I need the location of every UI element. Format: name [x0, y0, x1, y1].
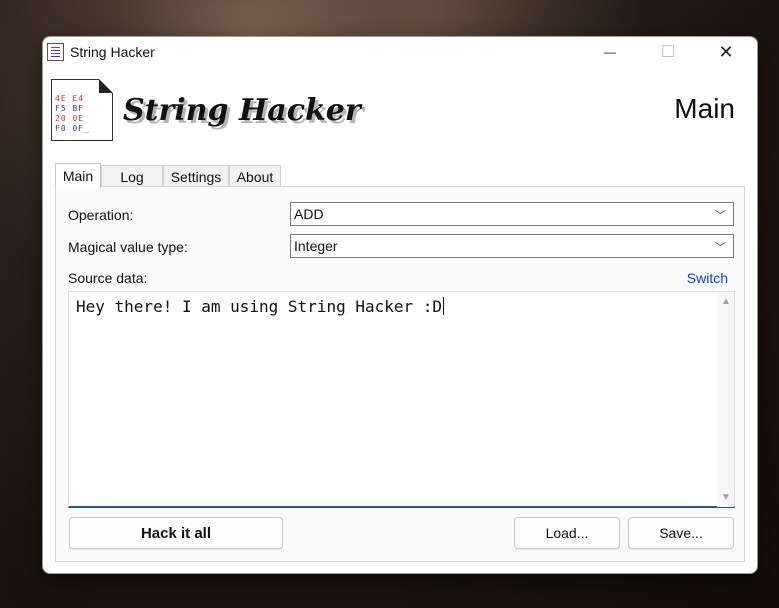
- operation-value: ADD: [294, 206, 324, 222]
- source-data-label: Source data:: [68, 270, 148, 286]
- minimize-icon: —: [604, 45, 616, 59]
- value-type-value: Integer: [294, 238, 338, 254]
- chevron-down-icon: ﹀: [715, 242, 726, 254]
- main-tab-panel: Operation: ADD ﹀ Magical value type: Int…: [55, 186, 745, 562]
- logo-hex-line: 4E E4: [55, 94, 85, 103]
- scroll-up-arrow-icon[interactable]: ▲: [721, 296, 731, 307]
- value-type-select[interactable]: Integer ﹀: [290, 234, 734, 258]
- logo-text: String Hacker: [123, 93, 361, 128]
- operation-select[interactable]: ADD ﹀: [290, 202, 734, 226]
- load-button[interactable]: Load...: [514, 517, 620, 549]
- operation-label: Operation:: [68, 207, 134, 223]
- app-icon: [47, 43, 64, 61]
- source-data-value: Hey there! I am using String Hacker :D: [76, 297, 443, 316]
- close-button[interactable]: ✕: [703, 37, 749, 67]
- app-header: 4E E4 F5 BF 20 0E F0 0F_ String Hacker M…: [43, 69, 757, 169]
- minimize-button[interactable]: —: [587, 37, 633, 67]
- tab-settings[interactable]: Settings: [163, 165, 229, 187]
- hack-it-all-button[interactable]: Hack it all: [69, 517, 283, 549]
- logo-document-icon: 4E E4 F5 BF 20 0E F0 0F_: [51, 79, 113, 141]
- value-type-label: Magical value type:: [68, 239, 188, 255]
- window-title: String Hacker: [70, 44, 155, 60]
- tab-log[interactable]: Log: [101, 165, 163, 187]
- source-data-textarea[interactable]: Hey there! I am using String Hacker :D ▲…: [68, 291, 735, 508]
- tab-main[interactable]: Main: [55, 163, 101, 188]
- logo-hex-line: F5 BF: [55, 104, 85, 113]
- page-fold: [99, 79, 113, 93]
- title-bar[interactable]: String Hacker — ☐ ✕: [43, 37, 757, 69]
- switch-link[interactable]: Switch: [687, 270, 728, 286]
- text-caret: [443, 297, 445, 315]
- maximize-icon: ☐: [660, 44, 676, 61]
- maximize-button[interactable]: ☐: [645, 37, 691, 67]
- page-title: Main: [674, 93, 735, 124]
- source-data-text: Hey there! I am using String Hacker :D: [76, 297, 445, 316]
- logo-hex-line: 20 0E: [55, 114, 85, 123]
- vertical-scrollbar[interactable]: ▲ ▼: [717, 292, 734, 507]
- save-button[interactable]: Save...: [628, 517, 734, 549]
- app-window: String Hacker — ☐ ✕ 4E E4 F5 BF 20 0E F0…: [42, 36, 758, 574]
- tab-about[interactable]: About: [229, 165, 281, 187]
- logo-hex-line: F0 0F_: [55, 124, 90, 133]
- close-icon: ✕: [718, 41, 734, 62]
- chevron-down-icon: ﹀: [715, 210, 726, 222]
- scroll-down-arrow-icon[interactable]: ▼: [721, 492, 731, 503]
